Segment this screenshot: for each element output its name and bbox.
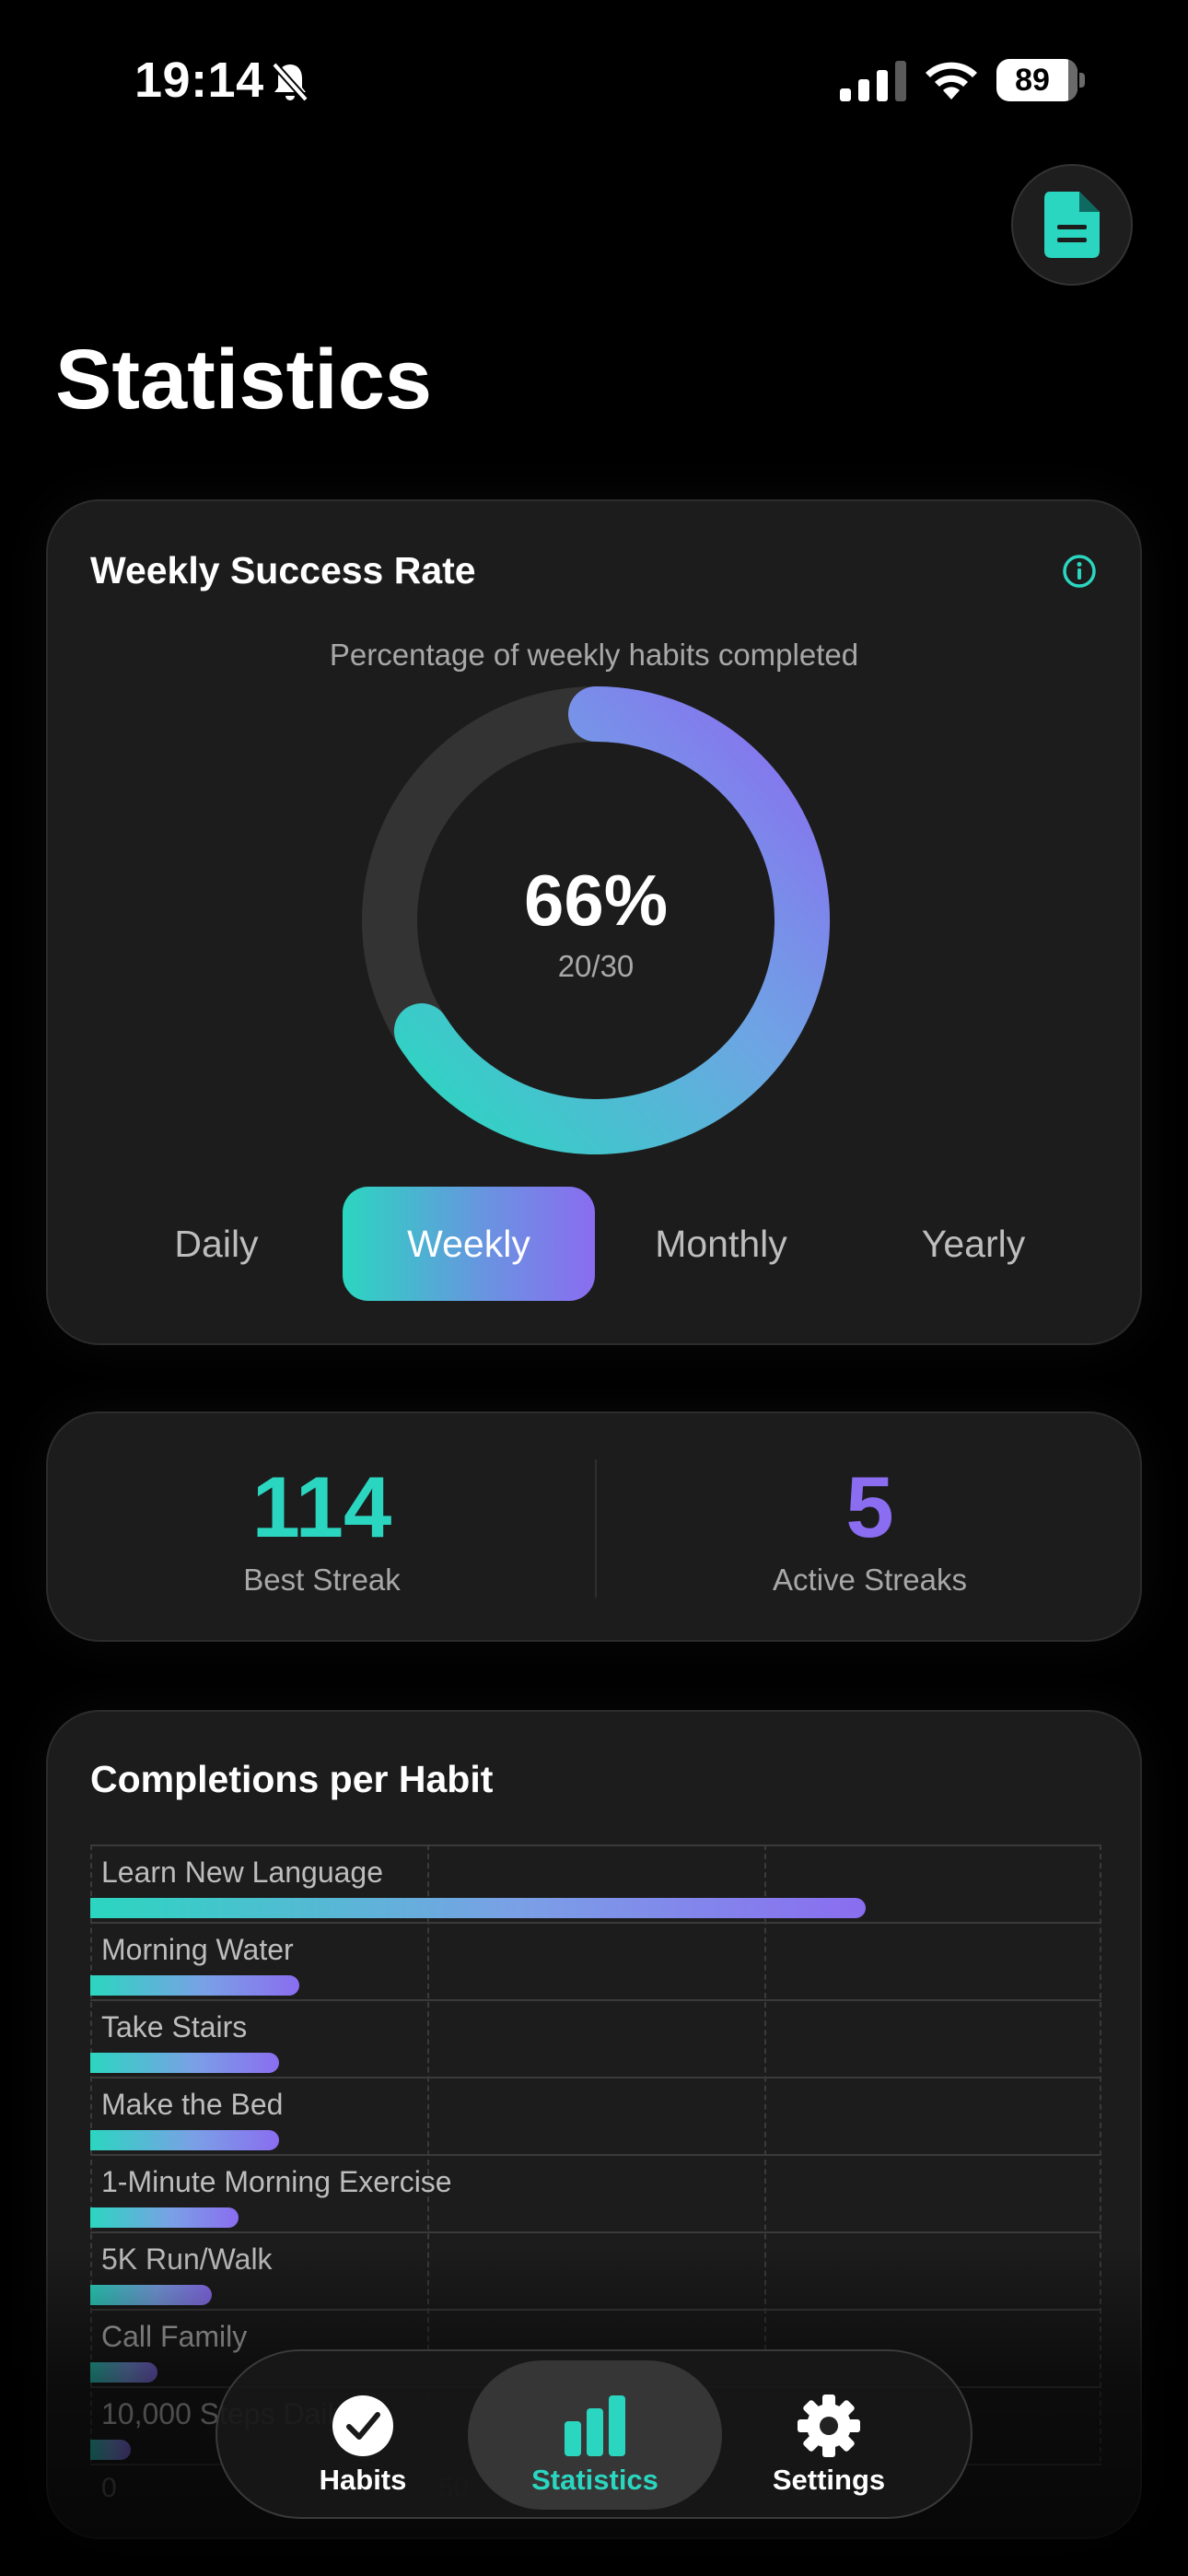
- best-streak: 114 Best Streak: [48, 1413, 596, 1644]
- period-selector: Daily Weekly Monthly Yearly: [90, 1187, 1101, 1301]
- habit-row: 5K Run/Walk: [90, 2231, 1101, 2309]
- tab-habits[interactable]: Habits: [236, 2360, 490, 2510]
- bar-chart-icon: [565, 2395, 625, 2456]
- streaks-card: 114 Best Streak 5 Active Streaks: [46, 1411, 1142, 1642]
- tab-statistics-label: Statistics: [531, 2464, 658, 2496]
- habit-row: Morning Water: [90, 1922, 1101, 1999]
- tab-settings-label: Settings: [772, 2464, 886, 2496]
- tab-habits-label: Habits: [319, 2464, 407, 2496]
- period-weekly[interactable]: Weekly: [343, 1187, 595, 1301]
- tab-settings[interactable]: Settings: [702, 2360, 956, 2510]
- active-streaks-value: 5: [845, 1458, 894, 1555]
- completions-title: Completions per Habit: [90, 1758, 494, 1800]
- tab-statistics[interactable]: Statistics: [468, 2360, 722, 2510]
- report-button[interactable]: [1011, 164, 1133, 286]
- habit-row: Make the Bed: [90, 2077, 1101, 2154]
- success-rate-title: Weekly Success Rate: [90, 549, 476, 591]
- tab-bar: Habits Statistics Settings: [215, 2349, 973, 2519]
- page-title: Statistics: [55, 333, 433, 427]
- habit-bar: [90, 2440, 131, 2460]
- habit-label: Call Family: [101, 2320, 248, 2353]
- period-yearly[interactable]: Yearly: [847, 1187, 1100, 1301]
- habit-label: 1-Minute Morning Exercise: [101, 2165, 452, 2198]
- status-bar: 19:14 89: [0, 0, 1188, 157]
- gear-icon: [798, 2395, 860, 2457]
- wifi-icon: [926, 62, 977, 100]
- bell-slash-icon: [272, 62, 309, 102]
- status-time: 19:14: [134, 53, 264, 108]
- habit-label: Take Stairs: [101, 2010, 248, 2043]
- progress-ring: 66% 20/30: [361, 685, 831, 1155]
- success-rate-subtitle: Percentage of weekly habits completed: [329, 638, 859, 672]
- habit-row: 1-Minute Morning Exercise: [90, 2154, 1101, 2231]
- best-streak-label: Best Streak: [243, 1563, 401, 1597]
- battery-indicator: 89: [996, 59, 1085, 101]
- active-streaks: 5 Active Streaks: [596, 1413, 1144, 1644]
- checkmark-circle-icon: [332, 2395, 393, 2456]
- habit-row: Take Stairs: [90, 1999, 1101, 2077]
- habit-label: Learn New Language: [101, 1856, 384, 1889]
- habit-bar: [90, 2130, 279, 2150]
- habit-label: 5K Run/Walk: [101, 2242, 273, 2276]
- active-streaks-label: Active Streaks: [773, 1563, 967, 1597]
- success-rate-card: Weekly Success Rate Percentage of weekly…: [46, 499, 1142, 1345]
- habit-bar: [90, 2285, 212, 2305]
- habit-bar: [90, 1898, 866, 1918]
- document-icon: [1044, 192, 1100, 258]
- habit-bar: [90, 2362, 158, 2383]
- best-streak-value: 114: [251, 1458, 392, 1555]
- battery-level: 89: [1015, 63, 1050, 98]
- habit-bar: [90, 1975, 299, 1996]
- habit-label: Morning Water: [101, 1933, 294, 1966]
- habit-bar: [90, 2207, 239, 2228]
- habit-label: Make the Bed: [101, 2088, 284, 2121]
- success-fraction: 20/30: [557, 949, 635, 983]
- success-percent: 66%: [523, 860, 669, 941]
- period-daily[interactable]: Daily: [90, 1187, 343, 1301]
- x-tick-label: 0: [101, 2473, 117, 2503]
- period-monthly[interactable]: Monthly: [595, 1187, 847, 1301]
- habit-bar: [90, 2053, 279, 2073]
- habit-row: Learn New Language: [90, 1844, 1101, 1922]
- info-icon[interactable]: [1061, 553, 1098, 590]
- cellular-signal-icon: [840, 61, 906, 101]
